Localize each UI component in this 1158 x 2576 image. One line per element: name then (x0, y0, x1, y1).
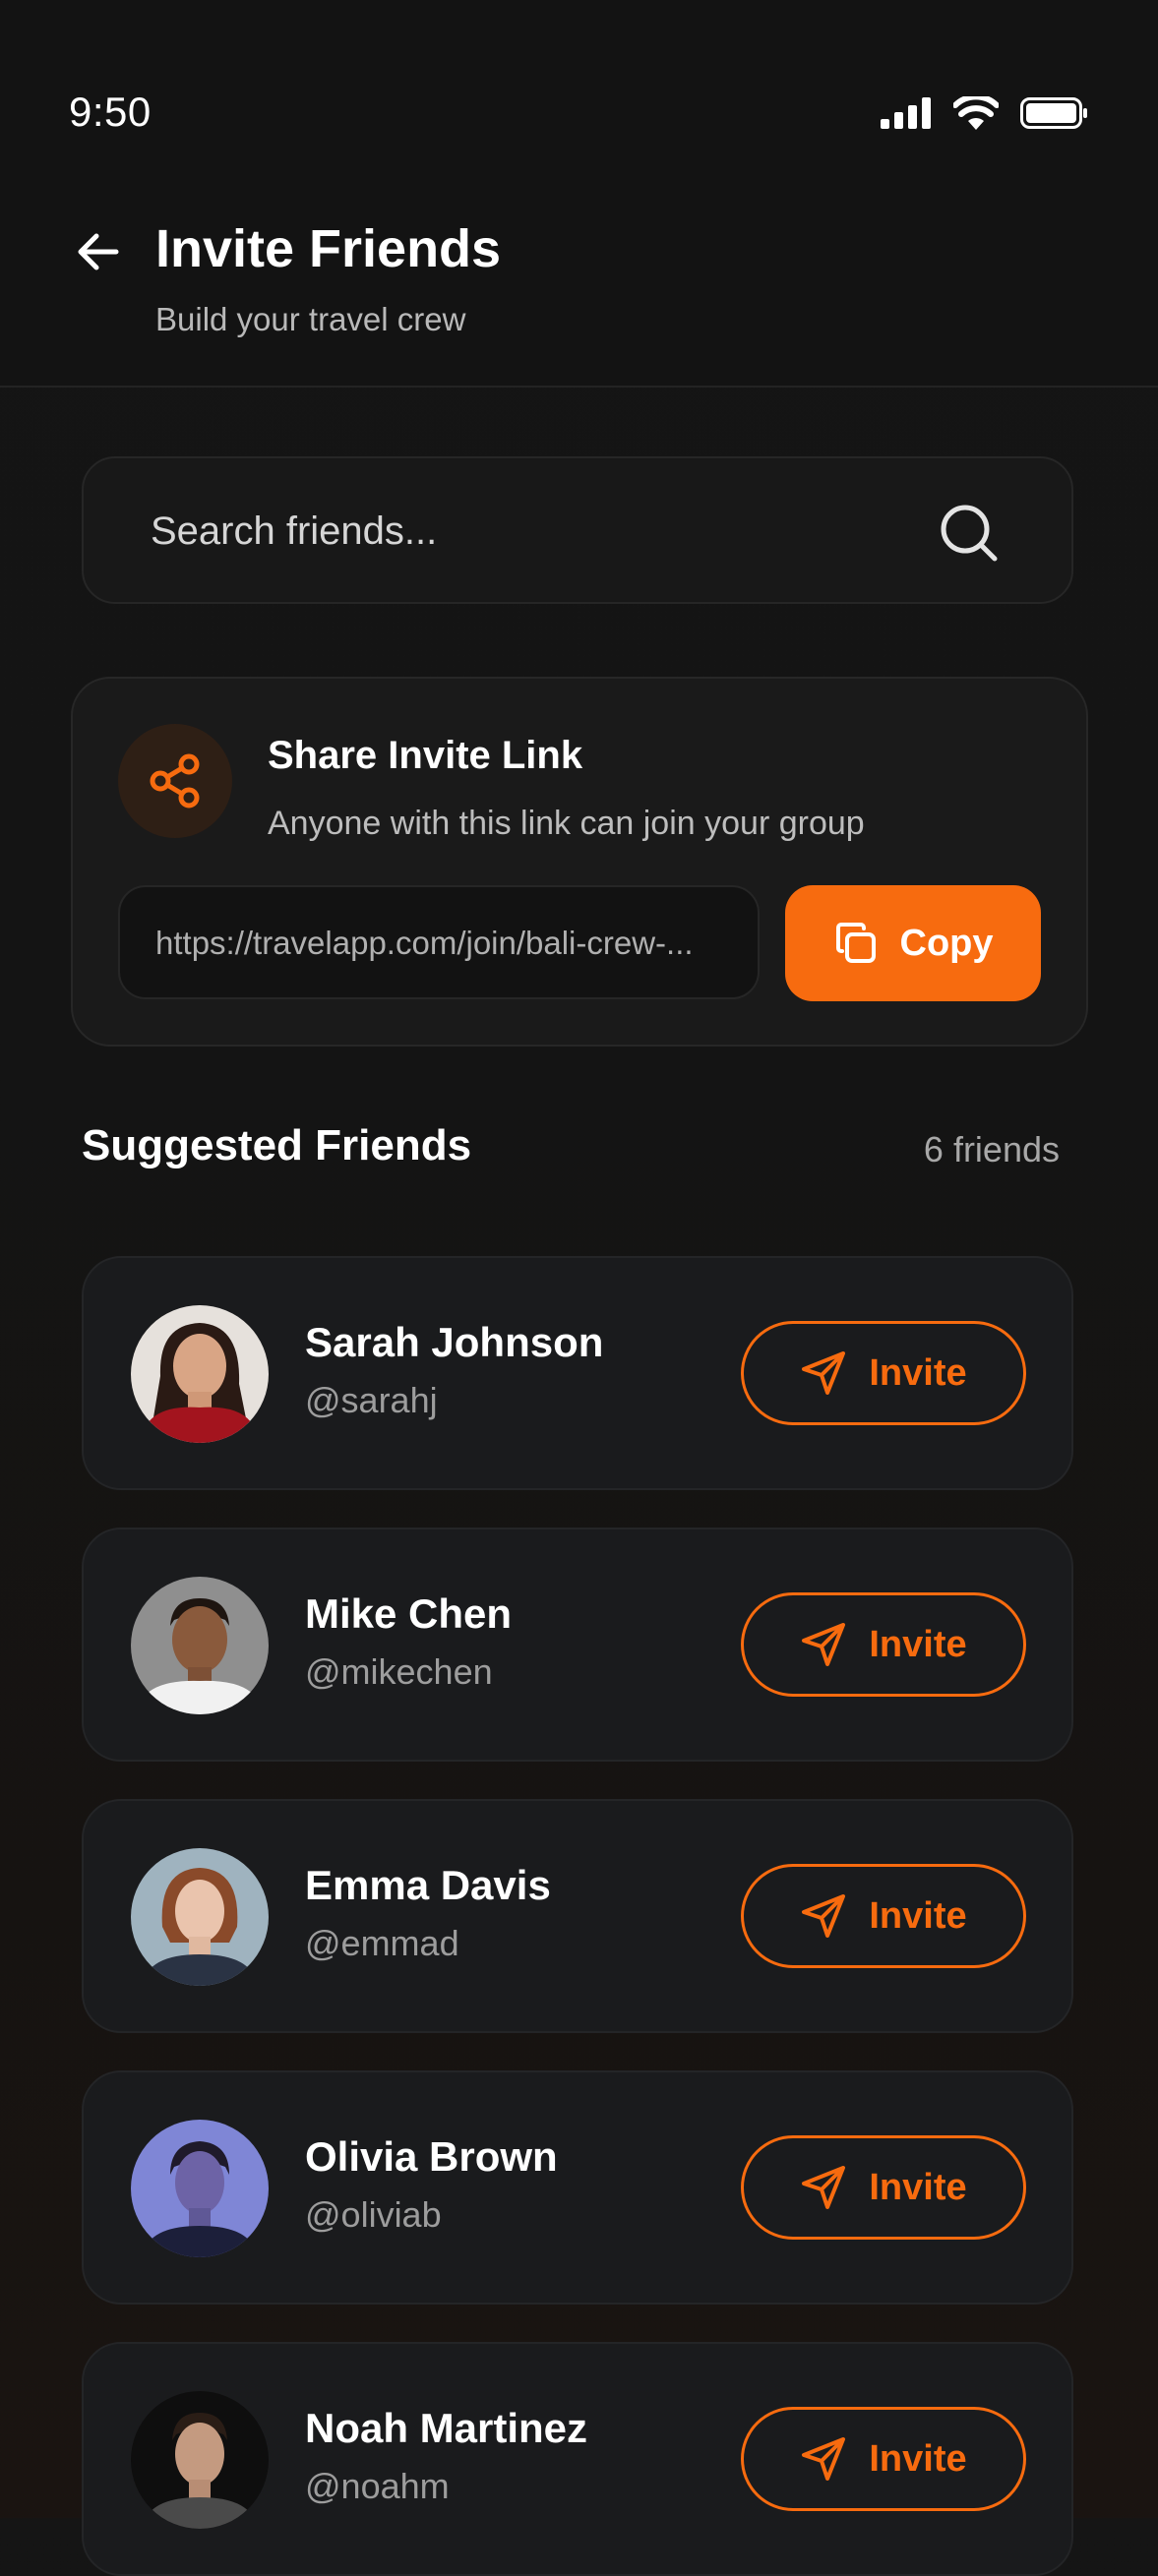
signal-icon (881, 97, 931, 129)
copy-button[interactable]: Copy (785, 885, 1041, 1001)
status-icons (881, 96, 1089, 130)
share-description: Anyone with this link can join your grou… (268, 805, 865, 842)
friend-handle: @sarahj (305, 1380, 438, 1420)
friends-count: 6 friends (923, 1129, 1060, 1169)
friend-card: Noah Martinez @noahm Invite (82, 2342, 1073, 2576)
invite-label: Invite (869, 1351, 967, 1394)
friend-name: Olivia Brown (305, 2133, 558, 2180)
arrow-left-icon (78, 233, 119, 270)
avatar (131, 2120, 269, 2257)
invite-link-text: https://travelapp.com/join/bali-crew-... (155, 925, 694, 961)
friend-handle: @mikechen (305, 1651, 493, 1692)
avatar (131, 1305, 269, 1443)
search-placeholder: Search friends... (151, 509, 438, 553)
invite-button[interactable]: Invite (741, 1321, 1026, 1425)
battery-icon (1020, 97, 1087, 129)
header: Invite Friends Build your travel crew (0, 197, 1158, 388)
invite-label: Invite (869, 1623, 967, 1665)
copy-label: Copy (899, 922, 994, 964)
invite-label: Invite (869, 1894, 967, 1937)
friend-card: Sarah Johnson @sarahj Invite (82, 1256, 1073, 1490)
friend-card: Olivia Brown @oliviab Invite (82, 2070, 1073, 2305)
send-icon (802, 1894, 846, 1938)
send-icon (802, 2166, 846, 2209)
friend-handle: @noahm (305, 2466, 450, 2506)
copy-icon (835, 923, 876, 963)
friend-handle: @oliviab (305, 2194, 442, 2235)
send-icon (802, 2437, 846, 2481)
friend-name: Emma Davis (305, 1862, 551, 1908)
invite-button[interactable]: Invite (741, 1864, 1026, 1968)
status-time: 9:50 (69, 89, 152, 135)
search-input[interactable]: Search friends... (82, 456, 1073, 604)
share-icon-badge (118, 724, 232, 838)
share-icon (150, 753, 200, 809)
invite-button[interactable]: Invite (741, 1592, 1026, 1697)
suggested-friends-title: Suggested Friends (82, 1121, 472, 1169)
search-icon[interactable] (938, 502, 1001, 565)
invite-link-field[interactable]: https://travelapp.com/join/bali-crew-... (118, 885, 760, 999)
status-bar: 9:50 (0, 0, 1158, 197)
friend-card: Mike Chen @mikechen Invite (82, 1528, 1073, 1762)
invite-label: Invite (869, 2166, 967, 2208)
friend-name: Noah Martinez (305, 2405, 588, 2451)
friend-name: Sarah Johnson (305, 1319, 604, 1365)
friend-card: Emma Davis @emmad Invite (82, 1799, 1073, 2033)
friend-name: Mike Chen (305, 1590, 513, 1637)
send-icon (802, 1351, 846, 1395)
friend-handle: @emmad (305, 1923, 459, 1963)
page-title: Invite Friends (155, 219, 502, 278)
invite-label: Invite (869, 2437, 967, 2480)
wifi-icon (953, 96, 999, 130)
share-invite-card: Share Invite Link Anyone with this link … (71, 677, 1088, 1047)
back-button[interactable] (71, 224, 126, 279)
page-subtitle: Build your travel crew (155, 301, 466, 337)
avatar (131, 2391, 269, 2529)
avatar (131, 1848, 269, 1986)
send-icon (802, 1623, 846, 1666)
share-title: Share Invite Link (268, 734, 583, 777)
invite-button[interactable]: Invite (741, 2135, 1026, 2240)
invite-button[interactable]: Invite (741, 2407, 1026, 2511)
avatar (131, 1577, 269, 1714)
